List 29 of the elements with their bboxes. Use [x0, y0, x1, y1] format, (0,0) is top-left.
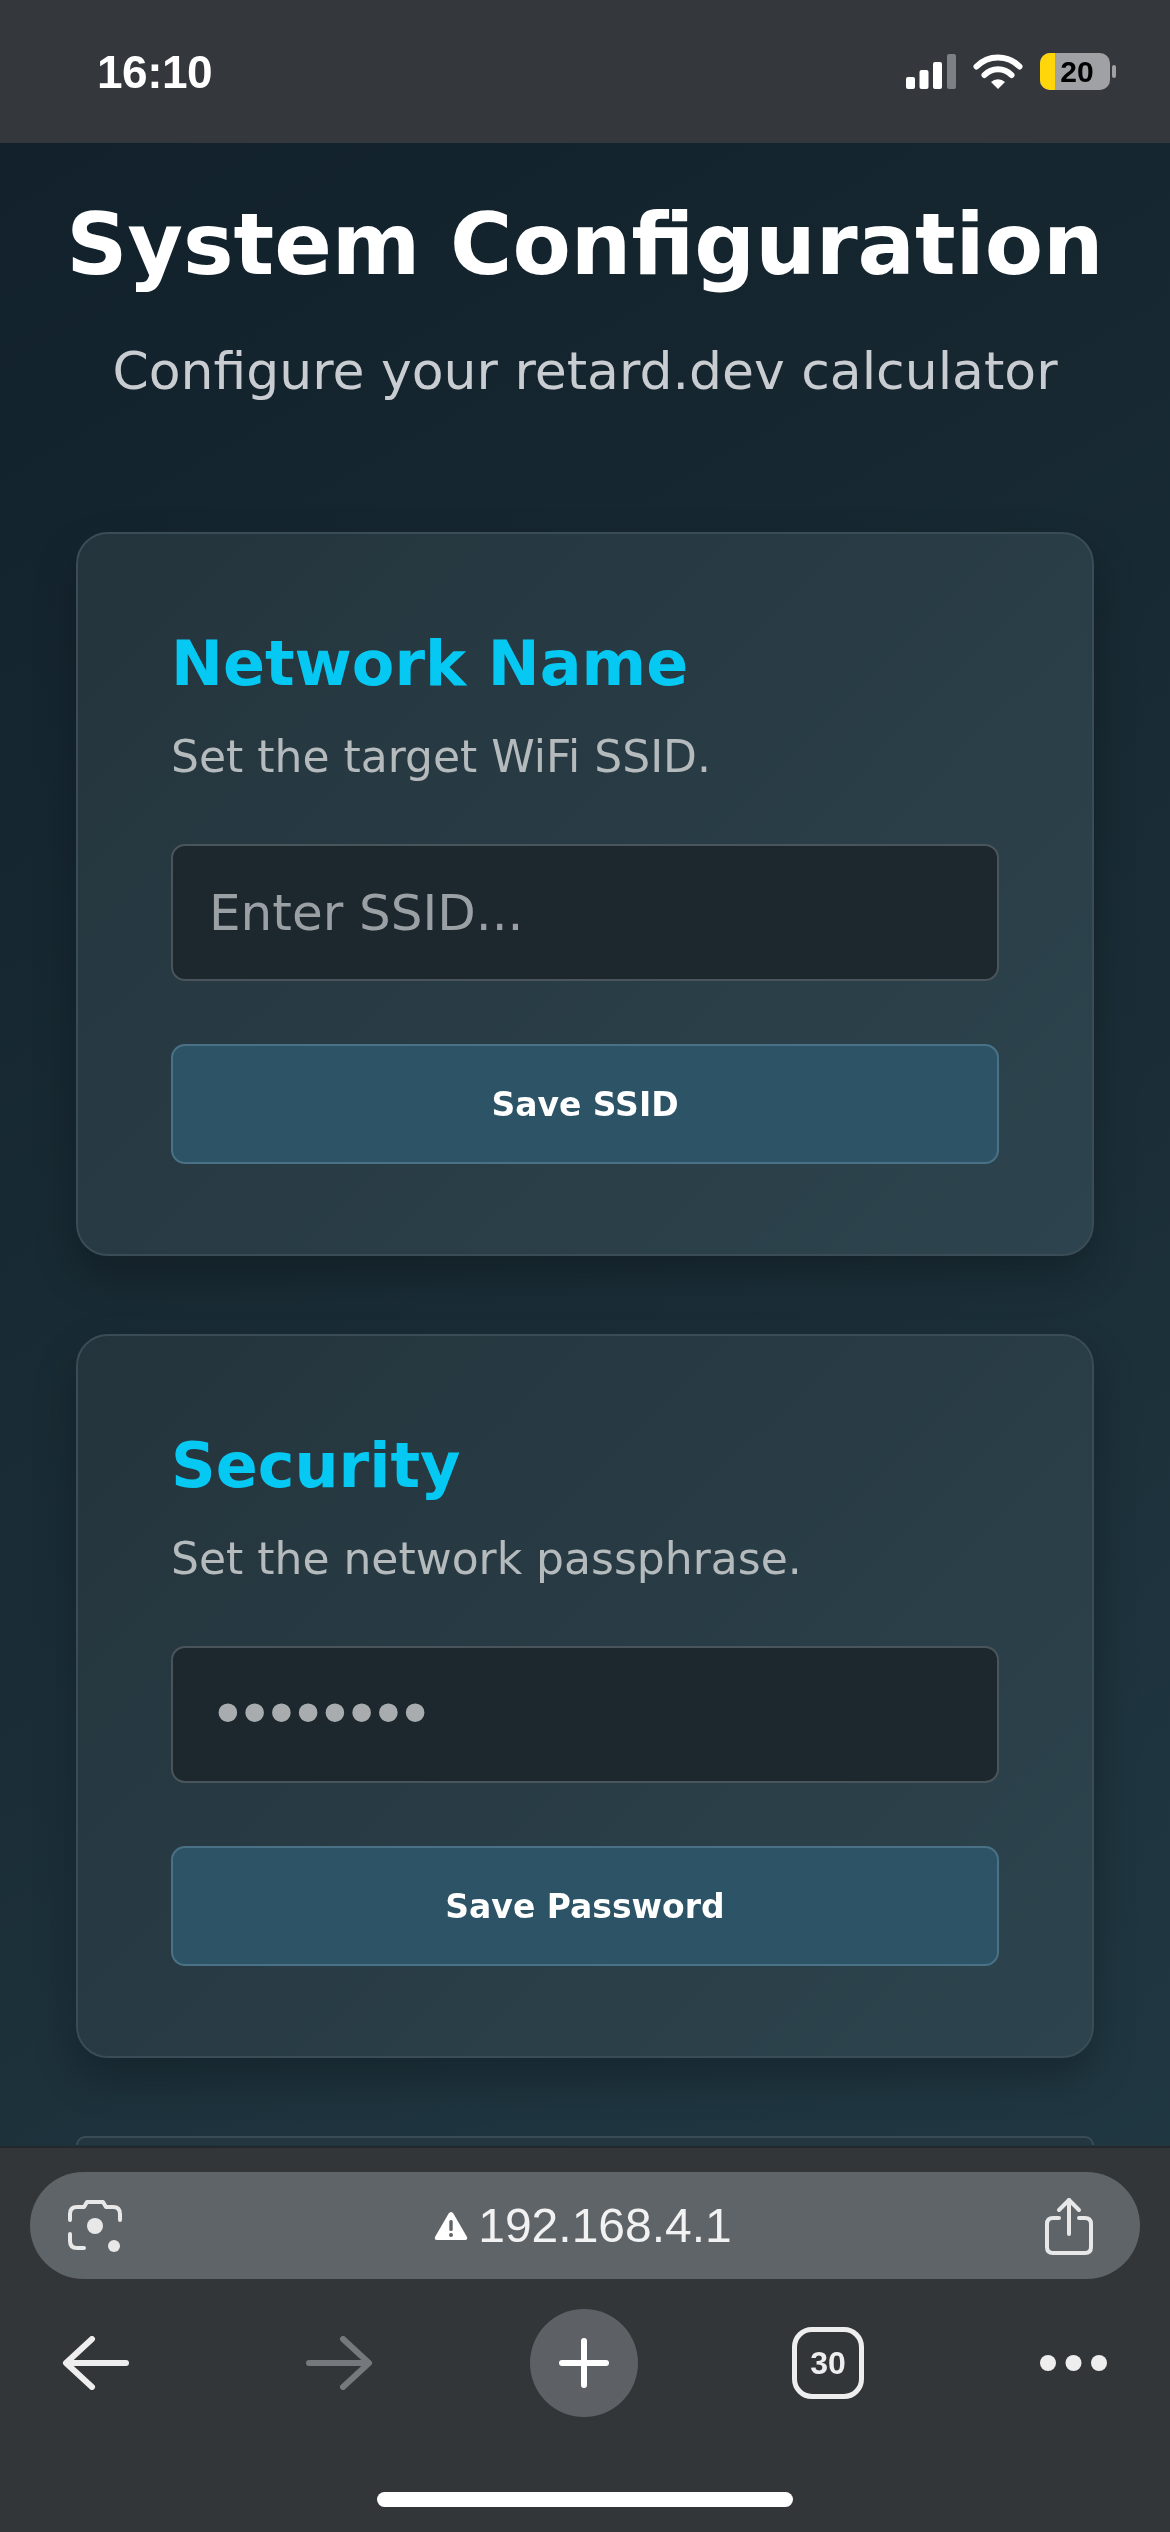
camera-button[interactable] — [67, 2197, 123, 2254]
address-bar[interactable]: 192.168.4.1 — [30, 2172, 1140, 2279]
plus-icon — [559, 2338, 609, 2388]
right-arrow-icon — [305, 2336, 373, 2390]
page-subtitle: Configure your retard.dev calculator — [112, 340, 1058, 403]
tabs-button[interactable]: 30 — [792, 2327, 864, 2399]
signal-icon — [906, 54, 956, 89]
save-button[interactable]: Save SSID — [171, 1044, 999, 1164]
save-button[interactable]: Save Password — [171, 1846, 999, 1966]
card-description: Set the target WiFi SSID. — [171, 730, 712, 784]
left-arrow-icon — [61, 2336, 129, 2390]
share-button[interactable] — [1043, 2196, 1095, 2255]
password-field[interactable]: •••••••• — [171, 1646, 999, 1783]
card-heading: Security — [171, 1429, 462, 1503]
warning-icon — [434, 2210, 469, 2241]
camera-icon — [67, 2197, 123, 2254]
card-description: Set the network passphrase. — [171, 1532, 803, 1586]
more-button[interactable] — [1039, 2355, 1107, 2371]
status-time: 16:10 — [97, 44, 213, 99]
battery-percent: 20 — [1060, 56, 1094, 87]
card-heading: Network Name — [171, 627, 690, 701]
wifi-icon — [973, 54, 1023, 89]
share-icon — [1043, 2196, 1095, 2255]
back-button[interactable] — [61, 2336, 129, 2390]
input-field[interactable]: Enter SSID... — [171, 844, 999, 981]
more-icon — [1039, 2355, 1107, 2371]
url-text: 192.168.4.1 — [478, 2198, 732, 2253]
page-title: System Configuration — [66, 196, 1104, 294]
battery-icon — [1040, 53, 1116, 90]
